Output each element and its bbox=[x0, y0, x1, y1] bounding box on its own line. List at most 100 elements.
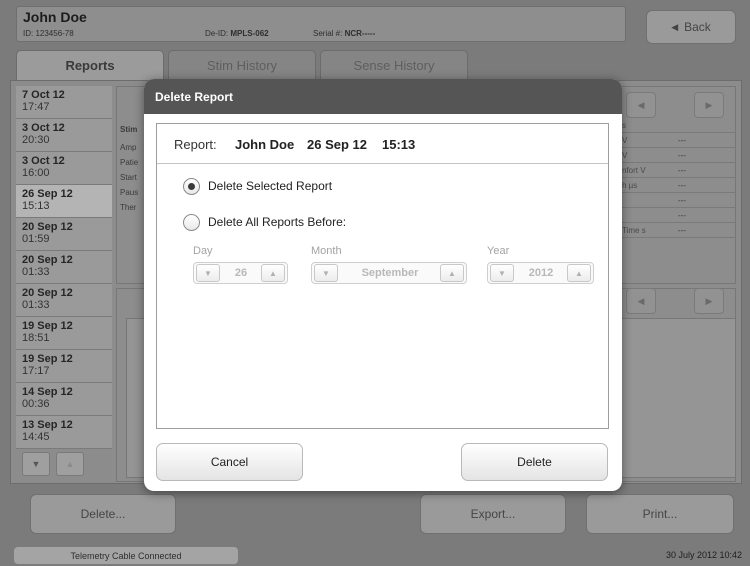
report-date: 26 Sep 12 bbox=[22, 188, 73, 200]
radio-delete-selected[interactable] bbox=[183, 178, 200, 195]
stim-row-label: Amp bbox=[120, 143, 137, 152]
report-list-item[interactable]: 13 Sep 12 14:45 bbox=[16, 416, 112, 449]
tab-sense-history[interactable]: Sense History bbox=[320, 50, 468, 80]
year-decrement-button[interactable]: ▼ bbox=[490, 264, 514, 282]
back-button[interactable]: ◀ Back bbox=[646, 10, 736, 44]
radio-selected-dot bbox=[188, 183, 195, 190]
triangle-down-icon: ▼ bbox=[498, 268, 506, 278]
report-time: 17:17 bbox=[22, 365, 50, 377]
report-summary: Report: John Doe 26 Sep 12 15:13 bbox=[157, 124, 608, 164]
report-list-item[interactable]: 20 Sep 12 01:33 bbox=[16, 284, 112, 317]
patient-info-box: John Doe ID: 123456-78 De-ID: MPLS-062 S… bbox=[16, 6, 626, 42]
month-decrement-button[interactable]: ▼ bbox=[314, 264, 338, 282]
serial-number: Serial #: NCR----- bbox=[313, 29, 375, 38]
stim-row-label: Patie bbox=[120, 158, 139, 167]
stim-header: Stim bbox=[120, 125, 138, 134]
back-triangle-icon: ◀ bbox=[671, 21, 679, 32]
row-key: V bbox=[622, 151, 628, 160]
report-date: 20 Sep 12 bbox=[22, 221, 73, 233]
report-list-item[interactable]: 20 Sep 12 01:59 bbox=[16, 218, 112, 251]
row-value: --- bbox=[678, 211, 686, 220]
scroll-up-button[interactable]: ▲ bbox=[56, 452, 84, 476]
year-spinner: ▼ 2012 ▲ bbox=[487, 262, 594, 284]
connection-status: Telemetry Cable Connected bbox=[14, 547, 238, 564]
delete-button[interactable]: Delete bbox=[461, 443, 608, 481]
delete-report-button[interactable]: Delete... bbox=[30, 494, 176, 534]
print-button[interactable]: Print... bbox=[586, 494, 734, 534]
day-increment-button[interactable]: ▲ bbox=[261, 264, 285, 282]
patient-id: ID: 123456-78 bbox=[23, 29, 74, 38]
delete-all-before-label[interactable]: Delete All Reports Before: bbox=[208, 215, 346, 229]
day-value: 26 bbox=[234, 267, 248, 279]
report-date: 3 Oct 12 bbox=[22, 122, 65, 134]
year-increment-button[interactable]: ▲ bbox=[567, 264, 591, 282]
report-list-item[interactable]: 3 Oct 12 20:30 bbox=[16, 119, 112, 152]
report-list-item[interactable]: 20 Sep 12 01:33 bbox=[16, 251, 112, 284]
report-list-item[interactable]: 14 Sep 12 00:36 bbox=[16, 383, 112, 416]
serial-value: NCR----- bbox=[344, 29, 376, 38]
triangle-up-icon: ▲ bbox=[65, 459, 75, 469]
month-value: September bbox=[361, 267, 419, 279]
triangle-up-icon: ▲ bbox=[575, 268, 583, 278]
tab-stim-history[interactable]: Stim History bbox=[168, 50, 316, 80]
report-list-item[interactable]: 3 Oct 12 16:00 bbox=[16, 152, 112, 185]
report-list-item-selected[interactable]: 26 Sep 12 15:13 bbox=[16, 185, 112, 218]
report-time: 18:51 bbox=[22, 332, 50, 344]
back-button-label: Back bbox=[684, 20, 711, 34]
deid: De-ID: MPLS-062 bbox=[205, 29, 269, 38]
dialog-body: Report: John Doe 26 Sep 12 15:13 Delete … bbox=[156, 123, 609, 429]
month-increment-button[interactable]: ▲ bbox=[440, 264, 464, 282]
cancel-button[interactable]: Cancel bbox=[156, 443, 303, 481]
report-patient-name: John Doe bbox=[235, 137, 295, 152]
stim-prev-button[interactable]: ◀ bbox=[626, 92, 656, 118]
deid-label: De-ID: bbox=[205, 29, 229, 38]
report-list-item[interactable]: 19 Sep 12 18:51 bbox=[16, 317, 112, 350]
export-button[interactable]: Export... bbox=[420, 494, 566, 534]
serial-label: Serial #: bbox=[313, 29, 343, 38]
sense-prev-button[interactable]: ◀ bbox=[626, 288, 656, 314]
table-row: Time s --- bbox=[620, 225, 736, 238]
row-value: --- bbox=[678, 196, 686, 205]
report-list-scroll: ▼ ▲ bbox=[16, 446, 112, 482]
table-row: V --- bbox=[620, 150, 736, 163]
report-date: 3 Oct 12 bbox=[22, 155, 65, 167]
row-key: Time s bbox=[622, 226, 646, 235]
day-decrement-button[interactable]: ▼ bbox=[196, 264, 220, 282]
radio-delete-all-before[interactable] bbox=[183, 214, 200, 231]
report-time: 15:13 bbox=[382, 137, 416, 152]
month-label: Month bbox=[311, 245, 342, 257]
table-row: --- bbox=[620, 195, 736, 208]
year-label: Year bbox=[487, 245, 510, 257]
report-time: 01:33 bbox=[22, 299, 50, 311]
row-key: h µs bbox=[622, 181, 638, 190]
status-datetime: 30 July 2012 10:42 bbox=[665, 550, 742, 560]
report-time: 14:45 bbox=[22, 431, 50, 443]
row-value: --- bbox=[678, 151, 686, 160]
delete-selected-label[interactable]: Delete Selected Report bbox=[208, 179, 332, 193]
report-list-item[interactable]: 19 Sep 12 17:17 bbox=[16, 350, 112, 383]
report-time: 00:36 bbox=[22, 398, 50, 410]
report-date: 20 Sep 12 bbox=[22, 254, 73, 266]
report-date: 14 Sep 12 bbox=[22, 386, 73, 398]
month-spinner: ▼ September ▲ bbox=[311, 262, 467, 284]
report-date: 19 Sep 12 bbox=[22, 353, 73, 365]
triangle-left-icon: ◀ bbox=[637, 295, 645, 306]
stim-next-button[interactable]: ▶ bbox=[694, 92, 724, 118]
report-time: 01:33 bbox=[22, 266, 50, 278]
sense-next-button[interactable]: ▶ bbox=[694, 288, 724, 314]
row-value: --- bbox=[678, 181, 686, 190]
stim-row-label: Ther bbox=[120, 203, 137, 212]
table-row: nfort V --- bbox=[620, 165, 736, 178]
row-key: V bbox=[622, 136, 628, 145]
stim-row-label: Start bbox=[120, 173, 137, 182]
triangle-down-icon: ▼ bbox=[322, 268, 330, 278]
triangle-left-icon: ◀ bbox=[637, 99, 645, 110]
year-value: 2012 bbox=[528, 267, 554, 279]
scroll-down-button[interactable]: ▼ bbox=[22, 452, 50, 476]
triangle-up-icon: ▲ bbox=[448, 268, 456, 278]
report-date: 13 Sep 12 bbox=[22, 419, 73, 431]
tab-reports[interactable]: Reports bbox=[16, 50, 164, 80]
report-time: 16:00 bbox=[22, 167, 50, 179]
table-row: s bbox=[620, 120, 736, 133]
report-list-item[interactable]: 7 Oct 12 17:47 bbox=[16, 86, 112, 119]
